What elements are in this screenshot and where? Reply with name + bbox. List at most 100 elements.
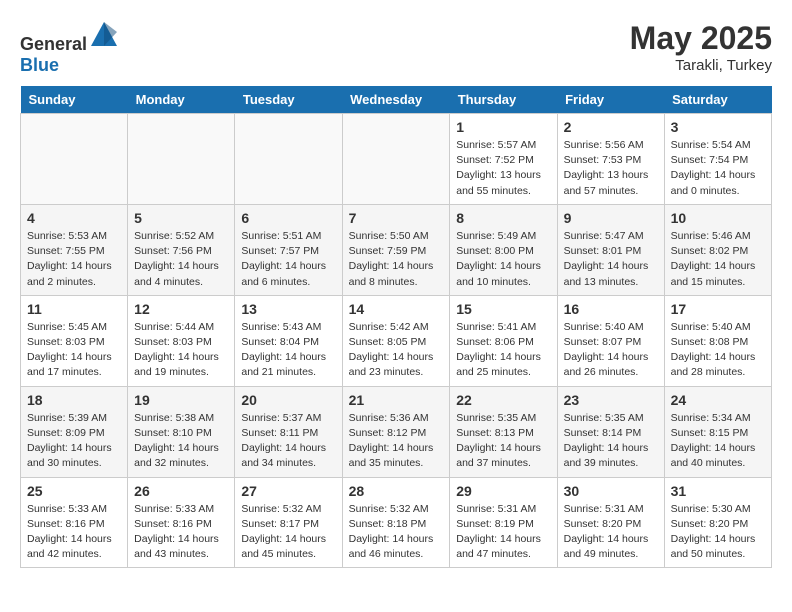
calendar-cell: 21 Sunrise: 5:36 AM Sunset: 8:12 PM Dayli… [342,386,450,477]
day-number: 5 [134,210,228,226]
day-number: 7 [349,210,444,226]
day-number: 26 [134,483,228,499]
day-detail: Sunrise: 5:54 AM Sunset: 7:54 PM Dayligh… [671,138,765,199]
logo: General Blue [20,20,119,76]
location: Tarakli, Turkey [630,57,772,74]
calendar-week-row: 18 Sunrise: 5:39 AM Sunset: 8:09 PM Dayli… [21,386,772,477]
logo-text: General Blue [20,20,119,76]
calendar-cell [128,114,235,205]
calendar-cell: 19Sunrise: 5:38 AM Sunset: 8:10 PM Dayli… [128,386,235,477]
calendar-cell: 25 Sunrise: 5:33 AM Sunset: 8:16 PM Dayli… [21,477,128,568]
day-detail: Sunrise: 5:42 AM Sunset: 8:05 PM Dayligh… [349,320,444,381]
day-detail: Sunrise: 5:36 AM Sunset: 8:12 PM Dayligh… [349,411,444,472]
weekday-header-wednesday: Wednesday [342,86,450,114]
day-number: 9 [564,210,658,226]
day-number: 31 [671,483,765,499]
calendar-cell: 17 Sunrise: 5:40 AM Sunset: 8:08 PM Dayli… [664,295,771,386]
calendar-cell: 15Sunrise: 5:41 AM Sunset: 8:06 PM Dayli… [450,295,557,386]
day-number: 20 [241,392,335,408]
day-detail: Sunrise: 5:35 AM Sunset: 8:13 PM Dayligh… [456,411,550,472]
logo-general: General [20,34,87,54]
day-number: 18 [27,392,121,408]
day-detail: Sunrise: 5:43 AM Sunset: 8:04 PM Dayligh… [241,320,335,381]
weekday-header-sunday: Sunday [21,86,128,114]
day-number: 4 [27,210,121,226]
calendar-cell: 14 Sunrise: 5:42 AM Sunset: 8:05 PM Dayli… [342,295,450,386]
day-detail: Sunrise: 5:41 AM Sunset: 8:06 PM Dayligh… [456,320,550,381]
calendar-cell: 5 Sunrise: 5:52 AM Sunset: 7:56 PM Daylig… [128,204,235,295]
day-number: 22 [456,392,550,408]
day-number: 30 [564,483,658,499]
calendar-cell: 22 Sunrise: 5:35 AM Sunset: 8:13 PM Dayli… [450,386,557,477]
logo-icon [89,20,119,50]
day-detail: Sunrise: 5:31 AM Sunset: 8:19 PM Dayligh… [456,502,550,563]
calendar-cell: 31 Sunrise: 5:30 AM Sunset: 8:20 PM Dayli… [664,477,771,568]
day-number: 29 [456,483,550,499]
day-detail: Sunrise: 5:47 AM Sunset: 8:01 PM Dayligh… [564,229,658,290]
day-number: 28 [349,483,444,499]
day-detail: Sunrise: 5:49 AM Sunset: 8:00 PM Dayligh… [456,229,550,290]
day-detail: Sunrise: 5:57 AM Sunset: 7:52 PM Dayligh… [456,138,550,199]
day-detail: Sunrise: 5:32 AM Sunset: 8:18 PM Dayligh… [349,502,444,563]
day-detail: Sunrise: 5:53 AM Sunset: 7:55 PM Dayligh… [27,229,121,290]
day-number: 10 [671,210,765,226]
calendar-cell: 16 Sunrise: 5:40 AM Sunset: 8:07 PM Dayli… [557,295,664,386]
calendar-cell: 26 Sunrise: 5:33 AM Sunset: 8:16 PM Dayli… [128,477,235,568]
day-detail: Sunrise: 5:30 AM Sunset: 8:20 PM Dayligh… [671,502,765,563]
calendar-cell: 30Sunrise: 5:31 AM Sunset: 8:20 PM Dayli… [557,477,664,568]
day-number: 13 [241,301,335,317]
day-detail: Sunrise: 5:45 AM Sunset: 8:03 PM Dayligh… [27,320,121,381]
day-number: 14 [349,301,444,317]
weekday-header-saturday: Saturday [664,86,771,114]
calendar-cell: 29 Sunrise: 5:31 AM Sunset: 8:19 PM Dayli… [450,477,557,568]
day-number: 25 [27,483,121,499]
day-detail: Sunrise: 5:40 AM Sunset: 8:08 PM Dayligh… [671,320,765,381]
weekday-header-thursday: Thursday [450,86,557,114]
day-detail: Sunrise: 5:40 AM Sunset: 8:07 PM Dayligh… [564,320,658,381]
calendar-cell: 12Sunrise: 5:44 AM Sunset: 8:03 PM Dayli… [128,295,235,386]
day-detail: Sunrise: 5:46 AM Sunset: 8:02 PM Dayligh… [671,229,765,290]
calendar-cell: 27Sunrise: 5:32 AM Sunset: 8:17 PM Dayli… [235,477,342,568]
logo-blue: Blue [20,55,59,75]
day-number: 17 [671,301,765,317]
calendar-cell: 23Sunrise: 5:35 AM Sunset: 8:14 PM Dayli… [557,386,664,477]
calendar-week-row: 11 Sunrise: 5:45 AM Sunset: 8:03 PM Dayli… [21,295,772,386]
day-detail: Sunrise: 5:33 AM Sunset: 8:16 PM Dayligh… [27,502,121,563]
day-number: 21 [349,392,444,408]
weekday-header-friday: Friday [557,86,664,114]
day-number: 27 [241,483,335,499]
day-number: 1 [456,119,550,135]
calendar-cell: 10 Sunrise: 5:46 AM Sunset: 8:02 PM Dayli… [664,204,771,295]
day-detail: Sunrise: 5:35 AM Sunset: 8:14 PM Dayligh… [564,411,658,472]
day-detail: Sunrise: 5:44 AM Sunset: 8:03 PM Dayligh… [134,320,228,381]
title-block: May 2025 Tarakli, Turkey [630,20,772,74]
calendar-cell [342,114,450,205]
calendar-cell: 2Sunrise: 5:56 AM Sunset: 7:53 PM Daylig… [557,114,664,205]
weekday-header-monday: Monday [128,86,235,114]
day-number: 2 [564,119,658,135]
day-number: 11 [27,301,121,317]
day-number: 8 [456,210,550,226]
calendar-cell: 20Sunrise: 5:37 AM Sunset: 8:11 PM Dayli… [235,386,342,477]
day-number: 3 [671,119,765,135]
calendar-table: SundayMondayTuesdayWednesdayThursdayFrid… [20,86,772,568]
calendar-cell: 11 Sunrise: 5:45 AM Sunset: 8:03 PM Dayli… [21,295,128,386]
calendar-cell: 1 Sunrise: 5:57 AM Sunset: 7:52 PM Daylig… [450,114,557,205]
calendar-cell [21,114,128,205]
day-detail: Sunrise: 5:39 AM Sunset: 8:09 PM Dayligh… [27,411,121,472]
calendar-cell: 3 Sunrise: 5:54 AM Sunset: 7:54 PM Daylig… [664,114,771,205]
day-number: 16 [564,301,658,317]
day-number: 24 [671,392,765,408]
day-detail: Sunrise: 5:50 AM Sunset: 7:59 PM Dayligh… [349,229,444,290]
weekday-header-tuesday: Tuesday [235,86,342,114]
calendar-week-row: 4 Sunrise: 5:53 AM Sunset: 7:55 PM Daylig… [21,204,772,295]
day-detail: Sunrise: 5:51 AM Sunset: 7:57 PM Dayligh… [241,229,335,290]
day-detail: Sunrise: 5:33 AM Sunset: 8:16 PM Dayligh… [134,502,228,563]
day-detail: Sunrise: 5:38 AM Sunset: 8:10 PM Dayligh… [134,411,228,472]
day-detail: Sunrise: 5:52 AM Sunset: 7:56 PM Dayligh… [134,229,228,290]
weekday-header-row: SundayMondayTuesdayWednesdayThursdayFrid… [21,86,772,114]
calendar-cell: 18 Sunrise: 5:39 AM Sunset: 8:09 PM Dayli… [21,386,128,477]
calendar-cell: 6Sunrise: 5:51 AM Sunset: 7:57 PM Daylig… [235,204,342,295]
calendar-cell: 13 Sunrise: 5:43 AM Sunset: 8:04 PM Dayli… [235,295,342,386]
calendar-cell: 24Sunrise: 5:34 AM Sunset: 8:15 PM Dayli… [664,386,771,477]
